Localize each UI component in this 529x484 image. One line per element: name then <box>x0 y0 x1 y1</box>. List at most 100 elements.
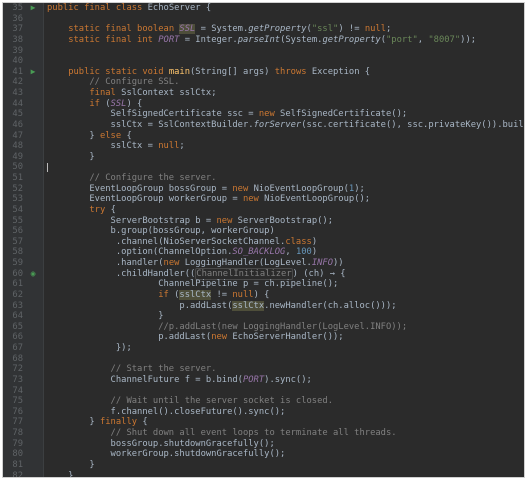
code-line[interactable]: 64 } <box>3 311 524 322</box>
code-text: // Configure the server. <box>47 173 216 184</box>
code-line[interactable]: 66 p.addLast(new EchoServerHandler()); <box>3 332 524 343</box>
line-number: 81 <box>12 459 23 470</box>
code-token: "8007" <box>428 34 461 45</box>
code-line[interactable]: 47 } else { <box>3 131 524 142</box>
code-text: //p.addLast(new LoggingHandler(LogLevel.… <box>47 322 407 333</box>
code-line[interactable]: 50 <box>3 162 524 173</box>
code-line[interactable]: 68 <box>3 354 524 365</box>
code-line[interactable]: 73 ChannelFuture f = b.bind(PORT).sync()… <box>3 375 524 386</box>
code-line[interactable]: 65 //p.addLast(new LoggingHandler(LogLev… <box>3 322 524 333</box>
code-text: if (sslCtx != null) { <box>47 289 270 301</box>
code-token: ); <box>354 183 365 194</box>
code-text: } <box>47 460 94 471</box>
code-line[interactable]: 41 ▶ public static void main(String[] arg… <box>3 67 524 78</box>
code-line[interactable]: 54 try { <box>3 205 524 216</box>
code-editor[interactable]: 35 ▶ public final class EchoServer {36 37 s… <box>2 2 525 478</box>
code-token: // Wait until the server socket is close… <box>47 396 333 407</box>
code-line[interactable]: 57 .channel(NioServerSocketChannel.class… <box>3 237 524 248</box>
code-line[interactable]: 45 SelfSignedCertificate ssc = new SelfS… <box>3 109 524 120</box>
code-line[interactable]: 61 ChannelPipeline p = ch.pipeline(); <box>3 279 524 290</box>
code-line[interactable]: 51 // Configure the server. <box>3 173 524 184</box>
code-token: new <box>258 109 281 120</box>
code-text: if (SSL) { <box>47 99 142 110</box>
code-token: workerGroup.shutdownGracefully(); <box>47 449 286 460</box>
line-number: 37 <box>12 24 23 35</box>
code-line[interactable]: 72 // Start the server. <box>3 364 524 375</box>
code-line[interactable]: 35 ▶ public final class EchoServer { <box>3 3 524 14</box>
code-line[interactable]: 62 if (sslCtx != null) { <box>3 289 524 301</box>
code-line[interactable]: 46 sslCtx = SslContextBuilder.forServer(… <box>3 120 524 131</box>
code-token: getProperty <box>248 24 307 35</box>
code-text: b.group(bossGroup, workerGroup) <box>47 226 275 237</box>
line-number: 35 <box>12 3 23 13</box>
code-token: sslCtx <box>232 300 265 311</box>
code-line[interactable]: 82 } <box>3 471 524 478</box>
code-token: , <box>285 247 296 258</box>
code-line[interactable]: 48 sslCtx = null; <box>3 141 524 152</box>
line-number: 40 <box>12 56 23 67</box>
code-line[interactable]: 36 <box>3 14 524 25</box>
code-line[interactable]: 75 // Wait until the server socket is cl… <box>3 396 524 407</box>
code-line[interactable]: 58 .option(ChannelOption.SO_BACKLOG, 100… <box>3 247 524 258</box>
code-line[interactable]: 74 <box>3 386 524 397</box>
code-line[interactable]: 63 p.addLast(sslCtx.newHandler(ch.alloc(… <box>3 300 524 312</box>
code-text: SelfSignedCertificate ssc = new SelfSign… <box>47 109 408 120</box>
line-number: 39 <box>12 45 23 56</box>
code-token: null <box>364 24 386 35</box>
line-number: 61 <box>12 279 23 290</box>
code-token: sslCtx = SslContextBuilder. <box>47 119 254 130</box>
code-line[interactable]: 40 <box>3 56 524 67</box>
code-token: // Configure the server. <box>47 173 217 183</box>
code-line[interactable]: 78 // Shut down all event loops to termi… <box>3 428 524 439</box>
code-line[interactable]: 60 ◉ .childHandler((ChannelInitializer) (… <box>3 267 524 280</box>
code-token: { <box>142 417 148 428</box>
lambda-gutter-icon[interactable]: ◉ <box>26 269 40 280</box>
code-token: NioEventLoopGroup( <box>253 183 349 194</box>
code-line[interactable]: 37 static final boolean SSL = System.get… <box>3 24 524 35</box>
code-line[interactable]: 76 f.channel().closeFuture().sync(); <box>3 407 524 418</box>
code-token: ; <box>386 24 392 35</box>
code-line[interactable]: 49 } <box>3 152 524 163</box>
code-line[interactable]: 67 }); <box>3 343 524 354</box>
code-token: ChannelPipeline p = ch.pipeline(); <box>47 279 339 290</box>
code-token: if <box>158 289 175 300</box>
code-token: .handler( <box>47 258 164 268</box>
code-token: forServer <box>253 119 302 130</box>
code-token: INFO <box>311 258 334 268</box>
code-line[interactable]: 80 workerGroup.shutdownGracefully(); <box>3 449 524 460</box>
code-token: "port" <box>386 34 418 45</box>
run-gutter-icon[interactable]: ▶ <box>26 3 40 14</box>
code-line[interactable]: 56 b.group(bossGroup, workerGroup) <box>3 226 524 237</box>
code-token: SSL <box>110 98 127 109</box>
code-text: ChannelPipeline p = ch.pipeline(); <box>47 279 338 290</box>
line-number: 41 <box>12 66 23 77</box>
code-text: static final boolean SSL = System.getPro… <box>47 24 391 35</box>
line-number: 59 <box>12 258 23 268</box>
code-line[interactable]: 81 } <box>3 460 524 471</box>
code-token: { <box>126 130 132 141</box>
code-line[interactable]: 77 } finally { <box>3 417 524 428</box>
code-line[interactable]: 42 // Configure SSL. <box>3 77 524 88</box>
code-line[interactable]: 38 static final int PORT = Integer.parse… <box>3 35 524 46</box>
code-token: ) { <box>253 289 270 300</box>
code-text: // Start the server. <box>47 364 217 375</box>
code-token: } <box>47 311 164 322</box>
code-text: p.addLast(new EchoServerHandler()); <box>47 332 343 343</box>
code-line[interactable]: 52 EventLoopGroup bossGroup = new NioEve… <box>3 184 524 195</box>
line-number: 60 <box>12 268 23 279</box>
code-token: 100 <box>295 247 312 258</box>
code-line[interactable]: 79 bossGroup.shutdownGracefully(); <box>3 439 524 450</box>
code-line[interactable]: 39 <box>3 46 524 57</box>
code-line[interactable]: 53 EventLoopGroup workerGroup = new NioE… <box>3 194 524 205</box>
run-gutter-icon[interactable]: ▶ <box>26 67 40 78</box>
code-token: parseInt <box>237 34 281 45</box>
line-number: 80 <box>12 449 23 460</box>
code-text: EventLoopGroup workerGroup = new NioEven… <box>47 194 370 205</box>
code-line[interactable]: 43 final SslContext sslCtx; <box>3 88 524 99</box>
code-line[interactable]: 44 if (SSL) { <box>3 99 524 110</box>
code-line[interactable]: 55 ServerBootstrap b = new ServerBootstr… <box>3 216 524 227</box>
code-token: PORT <box>158 34 180 45</box>
